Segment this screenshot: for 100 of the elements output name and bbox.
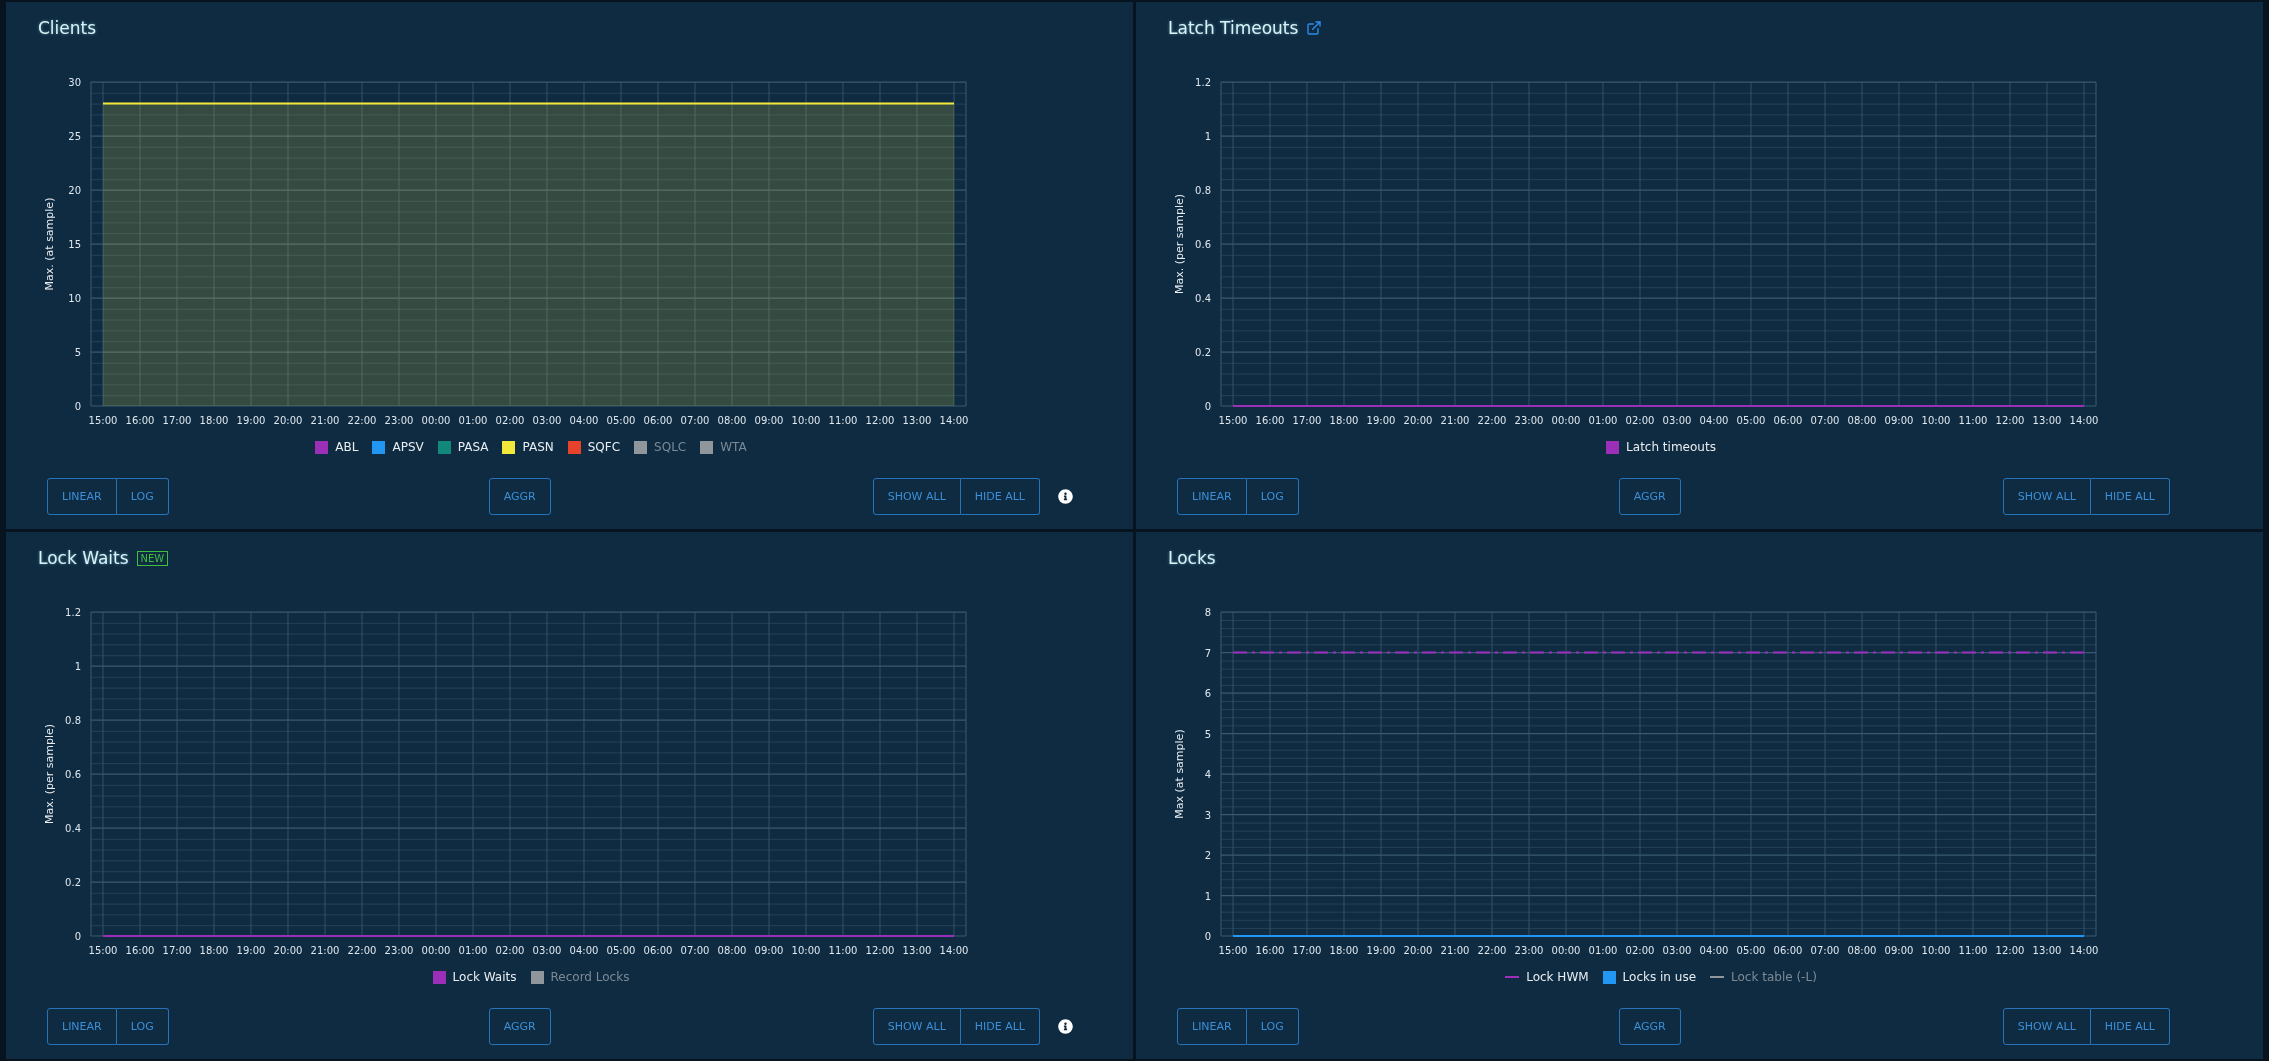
x-tick-label: 22:00 bbox=[347, 945, 377, 956]
panel-title: Latch Timeouts bbox=[1168, 18, 1299, 38]
legend-item[interactable]: Lock HWM bbox=[1505, 970, 1589, 984]
y-axis-label: Max (at sample) bbox=[1173, 729, 1186, 819]
y-tick-label: 0 bbox=[1204, 401, 1211, 412]
legend-item[interactable]: PASA bbox=[437, 440, 489, 454]
x-tick-label: 19:00 bbox=[236, 945, 266, 956]
x-tick-label: 13:00 bbox=[902, 415, 932, 426]
x-tick-label: 03:00 bbox=[532, 415, 562, 426]
visibility-button[interactable]: HIDE ALL bbox=[960, 478, 1040, 515]
y-axis-label: Max. (per sample) bbox=[43, 723, 56, 825]
info-icon[interactable] bbox=[1058, 489, 1073, 504]
x-tick-label: 04:00 bbox=[569, 415, 599, 426]
y-tick-label: 1 bbox=[1204, 890, 1211, 902]
x-tick-label: 00:00 bbox=[1551, 415, 1581, 426]
x-tick-label: 09:00 bbox=[1884, 945, 1914, 956]
legend-item[interactable]: Locks in use bbox=[1602, 970, 1697, 984]
x-tick-label: 00:00 bbox=[421, 945, 451, 956]
scale-button[interactable]: LINEAR bbox=[1177, 478, 1247, 515]
x-tick-label: 11:00 bbox=[828, 415, 858, 426]
x-tick-label: 03:00 bbox=[532, 945, 562, 956]
visibility-button[interactable]: HIDE ALL bbox=[960, 1008, 1040, 1045]
visibility-button[interactable]: SHOW ALL bbox=[872, 478, 961, 515]
visibility-button[interactable]: SHOW ALL bbox=[2002, 1008, 2091, 1045]
legend-item[interactable]: PASN bbox=[502, 440, 554, 454]
info-icon[interactable] bbox=[1058, 1019, 1073, 1034]
x-tick-label: 15:00 bbox=[1218, 415, 1248, 426]
x-tick-label: 01:00 bbox=[458, 415, 488, 426]
y-tick-label: 0.2 bbox=[65, 877, 81, 888]
x-tick-label: 20:00 bbox=[1403, 415, 1433, 426]
x-tick-label: 11:00 bbox=[828, 945, 858, 956]
visibility-button[interactable]: HIDE ALL bbox=[2090, 478, 2170, 515]
y-tick-label: 0.8 bbox=[1195, 185, 1211, 196]
panel-title: Locks bbox=[1168, 548, 1216, 568]
x-tick-label: 12:00 bbox=[865, 415, 895, 426]
external-link-icon[interactable] bbox=[1306, 20, 1323, 36]
x-tick-label: 10:00 bbox=[791, 415, 821, 426]
x-tick-label: 21:00 bbox=[1440, 415, 1470, 426]
y-tick-label: 0 bbox=[1204, 931, 1211, 942]
scale-button[interactable]: LINEAR bbox=[47, 478, 117, 515]
x-tick-label: 09:00 bbox=[754, 945, 784, 956]
scale-button[interactable]: LOG bbox=[1246, 478, 1299, 515]
x-tick-label: 09:00 bbox=[1884, 415, 1914, 426]
y-tick-label: 5 bbox=[1204, 728, 1211, 740]
y-tick-label: 2 bbox=[1204, 850, 1211, 861]
y-tick-label: 1.2 bbox=[65, 607, 81, 618]
y-tick-label: 3 bbox=[1204, 809, 1211, 821]
x-tick-label: 09:00 bbox=[754, 415, 784, 426]
x-tick-label: 15:00 bbox=[1218, 945, 1248, 956]
legend-item[interactable]: APSV bbox=[372, 440, 424, 454]
x-tick-label: 22:00 bbox=[1477, 945, 1507, 956]
x-tick-label: 20:00 bbox=[273, 415, 303, 426]
legend-item[interactable]: Latch timeouts bbox=[1606, 440, 1716, 454]
scale-button[interactable]: LINEAR bbox=[1177, 1008, 1247, 1045]
x-tick-label: 00:00 bbox=[421, 415, 451, 426]
scale-button[interactable]: LOG bbox=[116, 478, 169, 515]
x-tick-label: 01:00 bbox=[1588, 415, 1618, 426]
x-tick-label: 16:00 bbox=[125, 945, 155, 956]
scale-button[interactable]: LINEAR bbox=[47, 1008, 117, 1045]
aggr-button[interactable]: AGGR bbox=[1618, 478, 1681, 515]
x-tick-label: 08:00 bbox=[1847, 415, 1877, 426]
visibility-button[interactable]: SHOW ALL bbox=[2002, 478, 2091, 515]
scale-button[interactable]: LOG bbox=[116, 1008, 169, 1045]
visibility-button[interactable]: HIDE ALL bbox=[2090, 1008, 2170, 1045]
y-tick-label: 10 bbox=[68, 293, 81, 304]
x-tick-label: 16:00 bbox=[1255, 945, 1285, 956]
x-tick-label: 00:00 bbox=[1551, 945, 1581, 956]
aggr-button[interactable]: AGGR bbox=[1618, 1008, 1681, 1045]
aggr-button[interactable]: AGGR bbox=[488, 478, 551, 515]
x-tick-label: 05:00 bbox=[1736, 945, 1766, 956]
x-tick-label: 19:00 bbox=[1366, 415, 1396, 426]
visibility-button[interactable]: SHOW ALL bbox=[872, 1008, 961, 1045]
x-tick-label: 04:00 bbox=[1699, 415, 1729, 426]
x-tick-label: 14:00 bbox=[2069, 945, 2099, 956]
aggr-button[interactable]: AGGR bbox=[488, 1008, 551, 1045]
legend-item[interactable]: ABL bbox=[315, 440, 359, 454]
x-tick-label: 05:00 bbox=[606, 415, 636, 426]
scale-button[interactable]: LOG bbox=[1246, 1008, 1299, 1045]
x-tick-label: 16:00 bbox=[125, 415, 155, 426]
legend-item[interactable]: SQFC bbox=[567, 440, 621, 454]
x-tick-label: 11:00 bbox=[1958, 945, 1988, 956]
x-tick-label: 06:00 bbox=[643, 415, 673, 426]
x-tick-label: 15:00 bbox=[88, 945, 118, 956]
x-tick-label: 01:00 bbox=[1588, 945, 1618, 956]
x-tick-label: 17:00 bbox=[162, 415, 192, 426]
y-tick-label: 0.4 bbox=[1195, 293, 1211, 304]
x-tick-label: 02:00 bbox=[1625, 415, 1655, 426]
x-tick-label: 03:00 bbox=[1662, 415, 1692, 426]
x-tick-label: 19:00 bbox=[236, 415, 266, 426]
x-tick-label: 04:00 bbox=[569, 945, 599, 956]
x-tick-label: 18:00 bbox=[1329, 415, 1359, 426]
x-tick-label: 01:00 bbox=[458, 945, 488, 956]
x-tick-label: 06:00 bbox=[643, 945, 673, 956]
y-tick-label: 1 bbox=[74, 661, 81, 672]
x-tick-label: 21:00 bbox=[310, 945, 340, 956]
x-tick-label: 17:00 bbox=[162, 945, 192, 956]
x-tick-label: 23:00 bbox=[384, 945, 414, 956]
x-tick-label: 13:00 bbox=[902, 945, 932, 956]
legend-item[interactable]: Lock Waits bbox=[432, 970, 517, 984]
x-tick-label: 06:00 bbox=[1773, 945, 1803, 956]
